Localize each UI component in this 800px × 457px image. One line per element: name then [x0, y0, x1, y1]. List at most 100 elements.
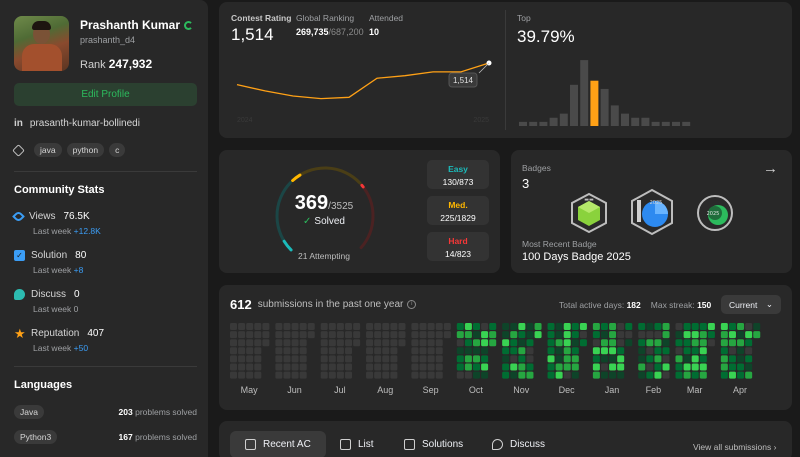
heatmap-cell [609, 323, 617, 330]
heatmap-cell [720, 363, 728, 371]
heatmap-cell [638, 355, 646, 363]
rating-line-chart[interactable]: 1,514 2024 2025 [231, 50, 495, 126]
month-label: Aug [377, 385, 394, 395]
heatmap-cell [654, 323, 662, 330]
wreath-badge-icon[interactable]: 2025 [695, 192, 735, 234]
heatmap-cell [518, 339, 526, 347]
language-chip[interactable]: Python3 [14, 430, 58, 444]
circle-badge-icon[interactable]: 2025 [629, 188, 675, 236]
histogram-bar [672, 121, 680, 126]
difficulty-hard[interactable]: Hard 14/823 [427, 232, 489, 261]
divider [14, 366, 197, 367]
info-icon[interactable]: i [407, 300, 417, 309]
heatmap-cell [353, 339, 361, 347]
heatmap-cell [464, 355, 472, 363]
heatmap-cell [336, 331, 344, 339]
tab-discuss[interactable]: Discuss [477, 431, 560, 457]
heatmap-cell [374, 363, 382, 371]
heatmap-cell [345, 371, 353, 379]
avatar[interactable] [14, 16, 69, 71]
heatmap-cell [275, 355, 283, 363]
chevron-right-icon: › [773, 442, 777, 452]
heatmap-cell [675, 355, 683, 363]
heatmap-cell [728, 363, 736, 371]
heatmap-cell [345, 323, 353, 330]
heatmap-cell [563, 331, 571, 339]
heatmap-cell [600, 355, 608, 363]
heatmap-cell [238, 363, 246, 371]
tab-list[interactable]: List [325, 431, 389, 457]
heatmap-cell [353, 331, 361, 339]
heatmap-cell [254, 363, 262, 371]
year-select[interactable]: Current ⌄ [721, 295, 781, 314]
heatmap-cell [291, 371, 299, 379]
heatmap-cell [720, 331, 728, 339]
heatmap-cell [254, 355, 262, 363]
heatmap-cell [646, 363, 654, 371]
heatmap-cell [328, 371, 336, 379]
stat-views: Views 76.5K Last week +12.8K [12, 210, 197, 236]
heatmap-cell [720, 355, 728, 363]
heatmap-cell [555, 355, 563, 363]
month-label: Dec [558, 385, 575, 395]
heatmap-cell [254, 323, 262, 330]
heatmap-cell [481, 331, 489, 339]
heatmap-cell [571, 347, 579, 355]
heatmap-cell [336, 355, 344, 363]
heatmap-cell [707, 331, 715, 339]
heatmap-cell [675, 363, 683, 371]
heatmap-cell [366, 339, 374, 347]
heatmap-cell [534, 331, 542, 339]
heatmap-cell [374, 371, 382, 379]
heatmap-cell [745, 363, 753, 371]
heatmap-cell [510, 339, 518, 347]
skill-chip[interactable]: java [34, 143, 62, 157]
heatmap-cell [609, 355, 617, 363]
difficulty-easy[interactable]: Easy 130/873 [427, 160, 489, 189]
heatmap-cell [262, 339, 270, 347]
heatmap-cell [547, 331, 555, 339]
histogram-bar [682, 121, 691, 126]
heatmap-cell [481, 371, 489, 379]
heatmap-cell [382, 355, 390, 363]
heatmap-cell [646, 339, 654, 347]
heatmap-cell [691, 371, 699, 379]
svg-text:▬▬: ▬▬ [584, 197, 594, 203]
heatmap-cell [419, 323, 427, 330]
submission-heatmap[interactable] [230, 323, 781, 383]
hexagon-badge-icon[interactable]: ▬▬ [569, 192, 609, 234]
heatmap-cell [320, 331, 328, 339]
heatmap-cell [592, 363, 600, 371]
heatmap-cell [699, 323, 707, 330]
heatmap-cell [328, 323, 336, 330]
heatmap-cell [489, 323, 497, 330]
view-all-submissions-link[interactable]: View all submissions › [693, 442, 776, 452]
heatmap-cell [526, 323, 534, 330]
skill-chip[interactable]: python [66, 143, 105, 157]
badges-panel: Badges 3 → ▬▬ 2025 2025 Most Recent Badg… [511, 150, 792, 273]
month-label: Oct [468, 385, 483, 395]
month-label: Jan [604, 385, 620, 395]
histogram-bar [661, 121, 670, 126]
tab-solutions[interactable]: Solutions [389, 431, 478, 457]
skill-chip[interactable]: c [109, 143, 126, 157]
heatmap-cell [419, 347, 427, 355]
edit-profile-button[interactable]: Edit Profile [14, 83, 197, 106]
language-chip[interactable]: Java [14, 405, 44, 419]
heatmap-cell [654, 331, 662, 339]
linkedin-link[interactable]: in prasanth-kumar-bollinedi [14, 118, 140, 129]
heatmap-cell [617, 363, 625, 371]
eye-icon [12, 210, 25, 223]
heatmap-cell [707, 339, 715, 347]
rating-histogram[interactable] [517, 52, 757, 128]
tab-recent-ac[interactable]: Recent AC [230, 431, 326, 457]
arrow-right-icon[interactable]: → [763, 160, 778, 177]
heatmap-stats: Total active days: 182 Max streak: 150 [559, 300, 712, 310]
heatmap-cell [238, 339, 246, 347]
difficulty-medium[interactable]: Med. 225/1829 [427, 196, 489, 225]
heatmap-cell [473, 331, 480, 339]
profile-rank: Rank 247,932 [80, 57, 153, 71]
svg-text:2025: 2025 [650, 200, 663, 206]
heatmap-cell [547, 355, 555, 363]
histogram-bar [651, 121, 660, 126]
